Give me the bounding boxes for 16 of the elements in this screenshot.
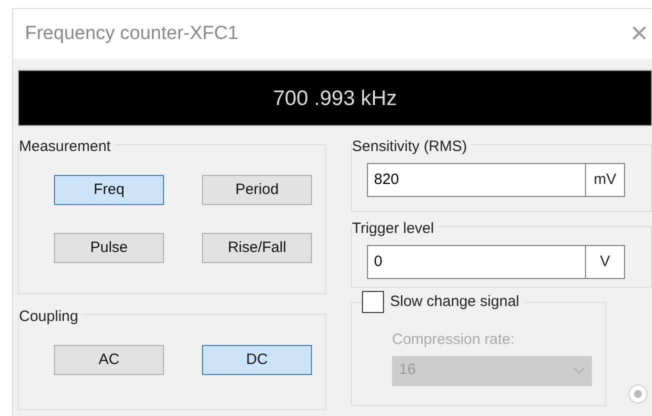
radio-icon[interactable] <box>628 384 648 404</box>
window-title: Frequency counter-XFC1 <box>25 22 238 46</box>
measurement-button[interactable]: Rise/Fall <box>202 233 312 263</box>
coupling-button[interactable]: DC <box>202 345 312 375</box>
checkbox-label: Slow change signal <box>390 292 520 312</box>
unit-label: V <box>585 245 625 279</box>
measurement-button[interactable]: Period <box>202 175 312 205</box>
chevron-icon <box>573 367 585 374</box>
trigger-level-field[interactable]: 0 <box>367 245 585 279</box>
measurement-button[interactable]: Pulse <box>54 233 164 263</box>
sensitivity-field[interactable]: 820 <box>367 163 585 197</box>
unit-label: mV <box>585 163 625 197</box>
compression-rate-label: Compression rate: <box>392 330 516 350</box>
measurement-button[interactable]: Freq <box>54 175 164 205</box>
frequency-display: 700 .993 kHz <box>18 70 652 126</box>
coupling-button[interactable]: AC <box>54 345 164 375</box>
